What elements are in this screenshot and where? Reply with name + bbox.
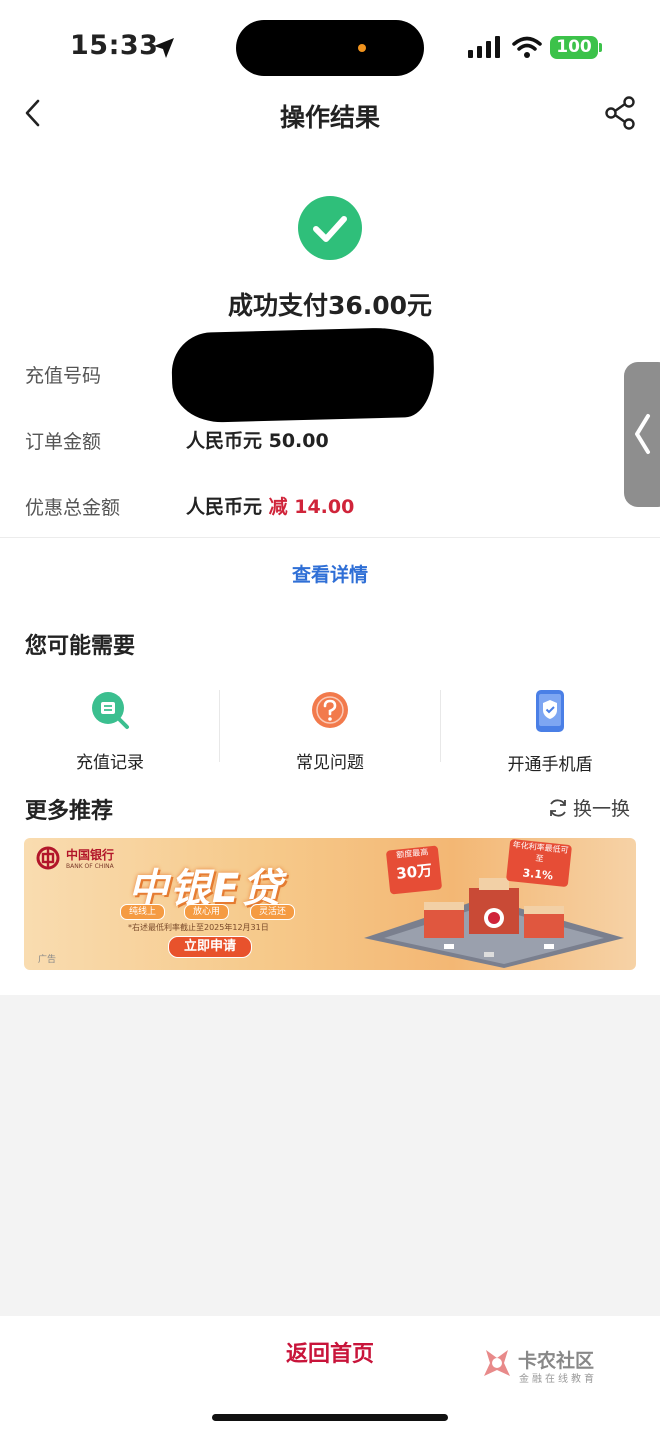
dynamic-island [236, 20, 424, 76]
page-title: 操作结果 [279, 103, 380, 132]
service-label: 开通手机盾 [507, 755, 593, 775]
more-recommend-title: 更多推荐 [25, 799, 114, 824]
share-icon[interactable] [604, 96, 636, 130]
chevron-left-icon [635, 414, 650, 454]
service-faq[interactable]: 常见问题 [220, 690, 440, 773]
feature-pill: 放心用 [184, 904, 230, 920]
loan-ad-banner[interactable]: 中国银行 BANK OF CHINA 中银E贷 纯线上 放心用 灵活还 *右述最… [24, 838, 636, 970]
redacted-phone-number [170, 326, 436, 424]
cellular-signal-icon [468, 36, 500, 58]
sign-small-text: 额度最高 [395, 847, 429, 860]
bank-name-en: BANK OF CHINA [66, 863, 114, 870]
refresh-label: 换一换 [573, 798, 631, 820]
banner-note: *右述最低利率截止至2025年12月31日 [128, 923, 269, 932]
phone-shield-icon [536, 690, 564, 732]
feature-pill: 灵活还 [250, 904, 296, 920]
order-amount-label: 订单金额 [25, 431, 102, 453]
watermark-name: 卡农社区 [518, 1350, 595, 1372]
sign-big-text: 3.1% [521, 866, 554, 883]
bank-name: 中国银行 [66, 848, 115, 862]
rate-sign: 年化利率最低可至 3.1% [505, 838, 573, 888]
battery-indicator: 100 [550, 36, 598, 59]
side-drawer-tab[interactable] [624, 362, 660, 507]
maybe-need-title: 您可能需要 [25, 634, 136, 659]
watermark-subtitle: 金融在线教育 [519, 1374, 597, 1385]
record-search-icon [92, 692, 129, 729]
service-label: 常见问题 [296, 753, 364, 773]
battery-cap [599, 43, 602, 52]
sign-big-text: 30万 [395, 861, 433, 883]
home-indicator[interactable] [212, 1414, 448, 1421]
divider [0, 537, 660, 538]
order-amount-value: 人民币元 50.00 [186, 430, 329, 452]
apply-now-button[interactable]: 立即申请 [168, 936, 252, 958]
privacy-indicator-dot [358, 44, 366, 52]
credit-limit-sign: 额度最高 30万 [385, 845, 443, 895]
discount-total-label: 优惠总金额 [25, 497, 121, 519]
sign-small-text: 年化利率最低可至 [512, 840, 569, 864]
service-recharge-record[interactable]: 充值记录 [0, 690, 220, 773]
refresh-icon [550, 799, 566, 817]
refresh-button[interactable]: 换一换 [547, 794, 630, 821]
discount-amount: 减 14.00 [268, 496, 355, 518]
phone-number-label: 充值号码 [25, 365, 102, 387]
view-details-link[interactable]: 查看详情 [0, 560, 660, 587]
service-phone-shield[interactable]: 开通手机盾 [440, 690, 660, 775]
bank-of-china-logo-icon [36, 846, 60, 870]
ad-tag: 广告 [38, 955, 57, 965]
payment-success-message: 成功支付36.00元 [227, 291, 433, 320]
location-arrow-icon [154, 38, 174, 58]
discount-currency: 人民币元 [186, 496, 269, 518]
service-label: 充值记录 [76, 753, 144, 773]
feature-pill: 纯线上 [120, 904, 166, 920]
wifi-icon [512, 36, 542, 58]
status-time: 15:33 [70, 30, 159, 61]
question-icon [312, 692, 348, 728]
success-check-icon [298, 196, 362, 260]
discount-total-value: 人民币元 减 14.00 [186, 492, 354, 519]
watermark-logo-icon [484, 1350, 510, 1376]
